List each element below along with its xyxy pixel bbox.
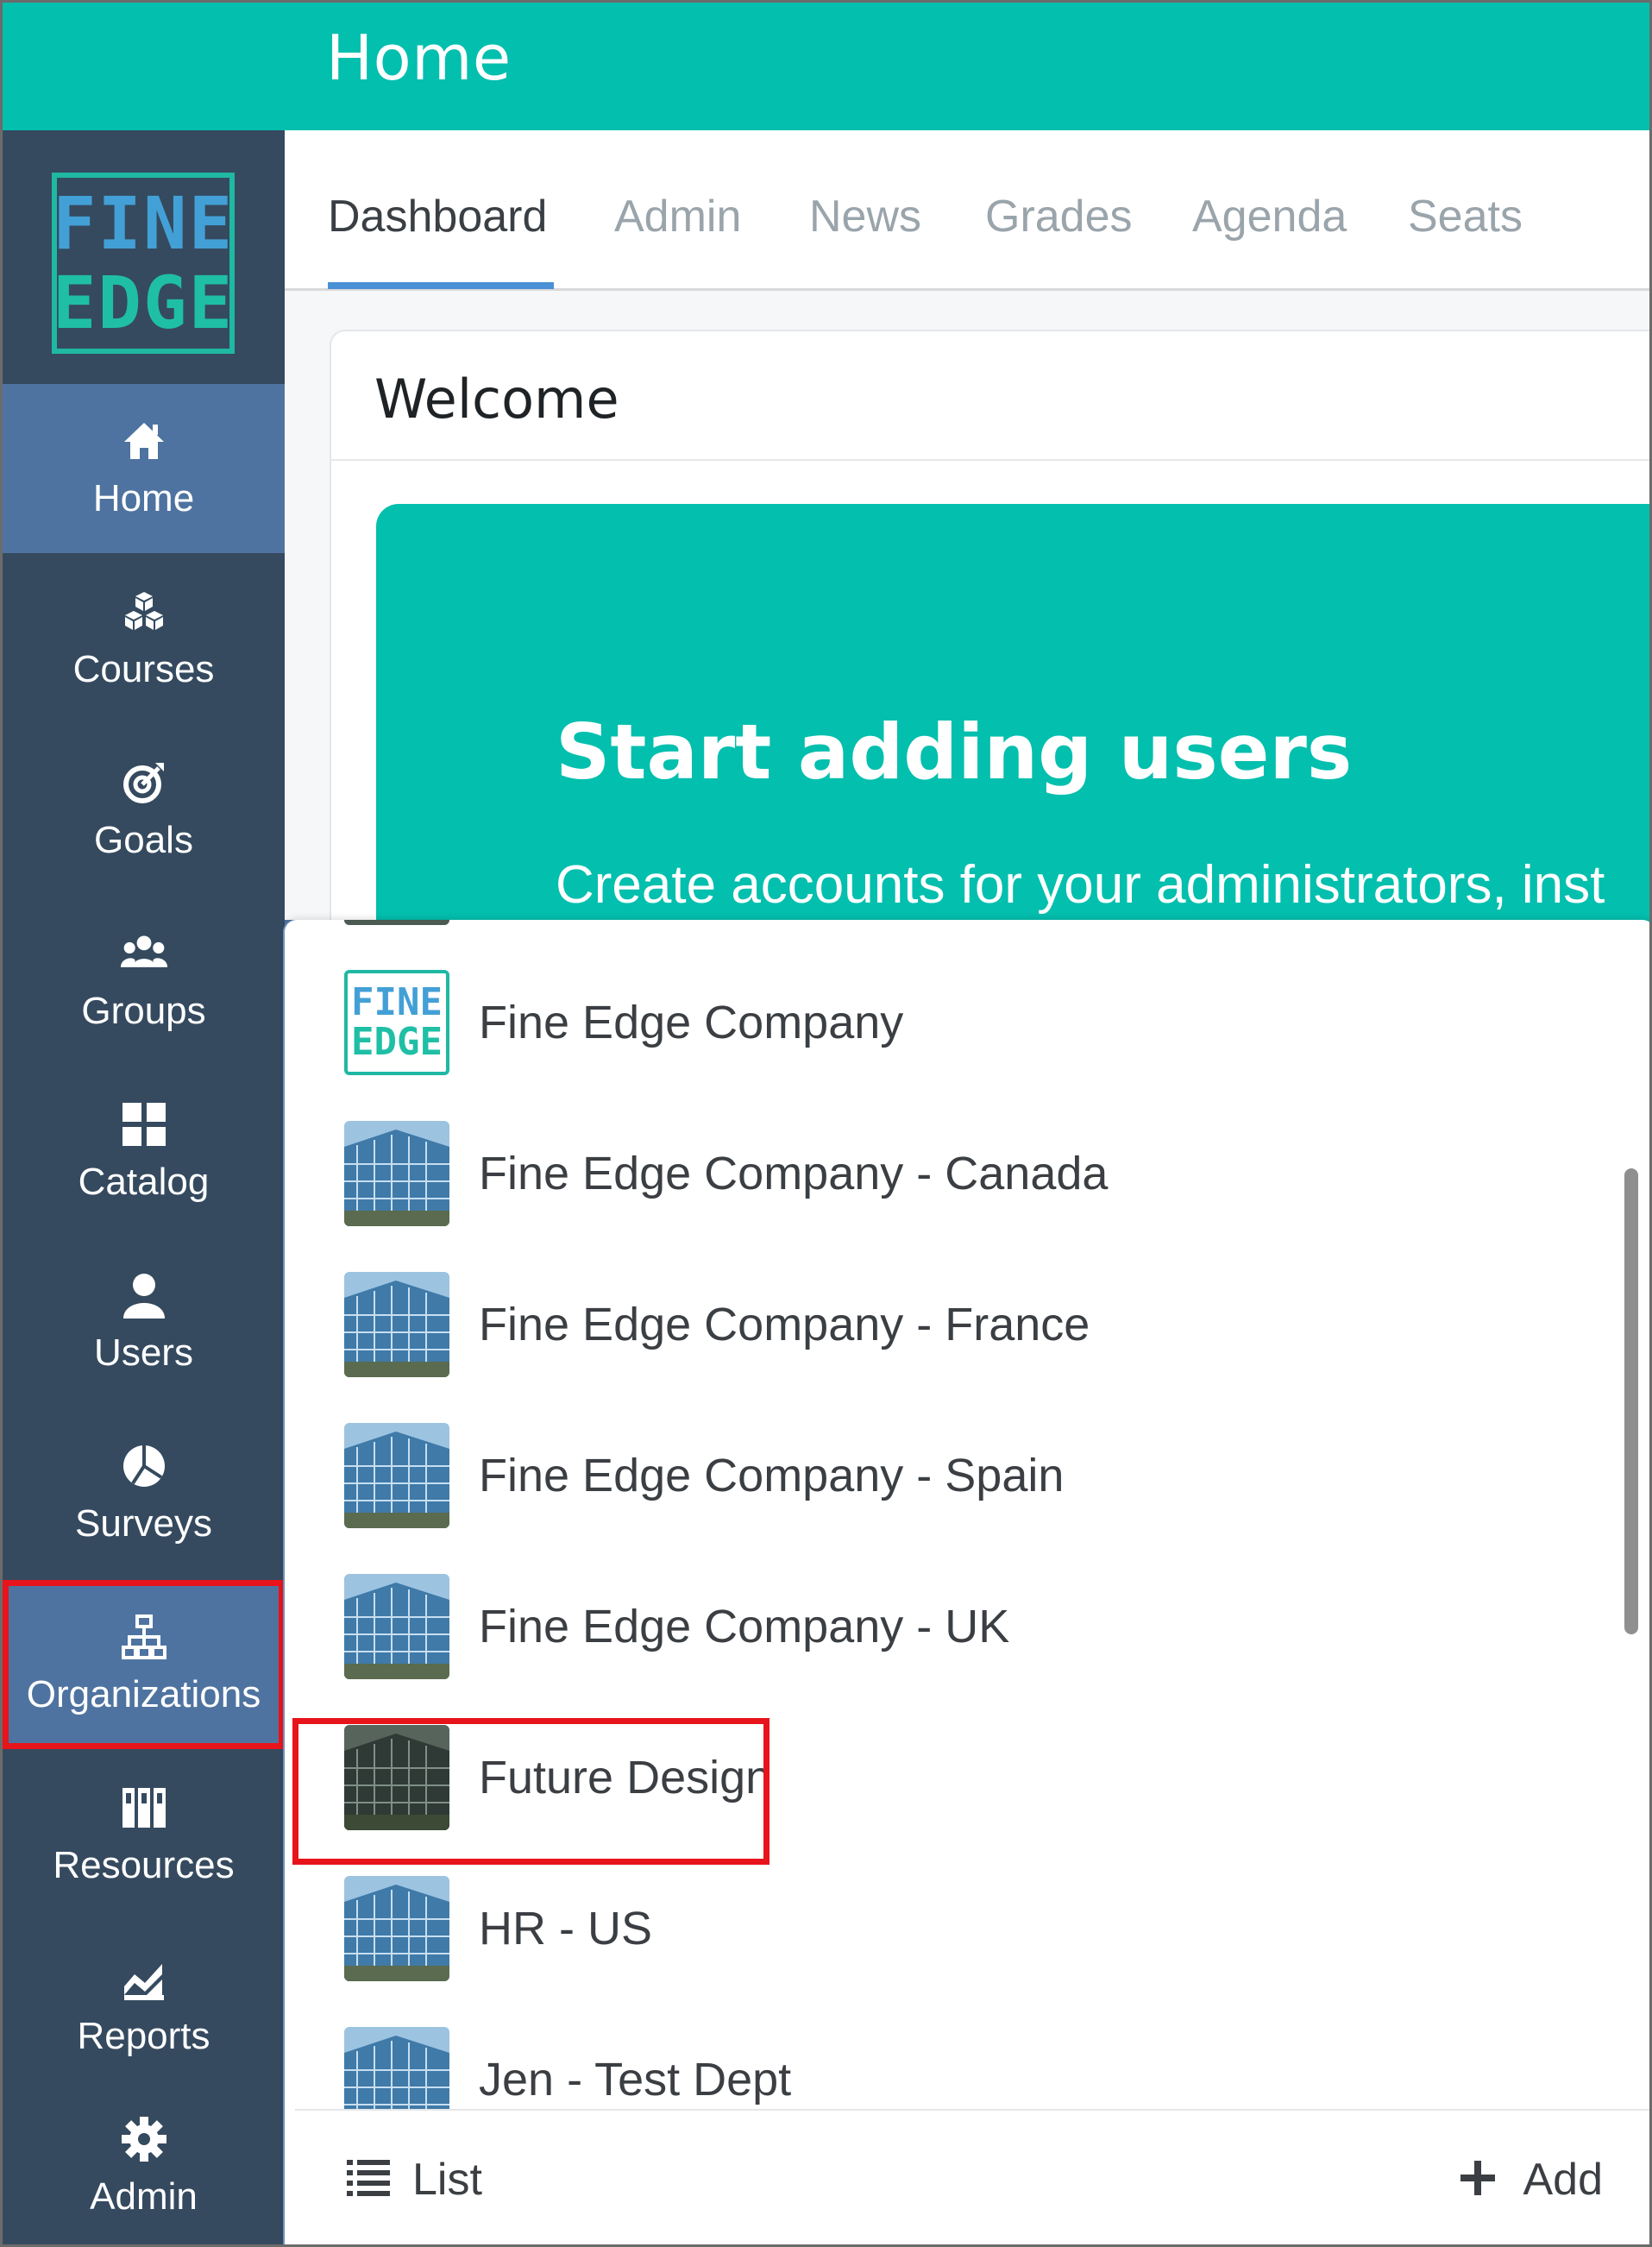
- list-label: List: [412, 2155, 482, 2205]
- list-item[interactable]: Fine Edge Company - UK: [295, 1553, 1641, 1703]
- building-thumbnail: [344, 1121, 449, 1226]
- sidebar-item-label: Admin: [90, 2175, 198, 2218]
- sidebar-item-surveys[interactable]: Surveys: [3, 1409, 285, 1578]
- books-icon: [120, 1784, 168, 1832]
- sidebar-item-label: Reports: [77, 2015, 210, 2057]
- sidebar-item-label: Users: [94, 1331, 193, 1374]
- sidebar-item-courses[interactable]: Courses: [3, 555, 285, 724]
- sidebar-item-catalog[interactable]: Catalog: [3, 1067, 285, 1237]
- sidebar-item-label: Home: [92, 477, 195, 519]
- dropdown-footer: List Add: [295, 2109, 1649, 2244]
- dropdown-scrollbar[interactable]: [1624, 1168, 1638, 1634]
- sidebar-item-resources[interactable]: Resources: [3, 1751, 285, 1920]
- fine-edge-logo-thumbnail: FINE EDGE: [344, 970, 449, 1075]
- list-item[interactable]: Fine Edge Company - Spain: [295, 1402, 1641, 1552]
- fine-edge-logo[interactable]: FINE EDGE: [52, 173, 235, 354]
- sidebar-item-home[interactable]: Home: [3, 384, 285, 553]
- list-button[interactable]: List: [347, 2154, 482, 2206]
- highlight-box-future-design: [292, 1718, 769, 1865]
- sidebar: FINE EDGE Home Courses Goals Groups Cata…: [3, 130, 285, 2244]
- org-name: Fine Edge Company - UK: [479, 1601, 1010, 1652]
- list-item[interactable]: [295, 920, 1641, 949]
- org-name: Fine Edge Company - Canada: [479, 1148, 1109, 1199]
- card-header: Welcome: [331, 331, 1649, 461]
- building-thumbnail: [344, 1423, 449, 1528]
- building-thumbnail: [344, 920, 449, 925]
- tab-dashboard[interactable]: Dashboard: [328, 191, 547, 242]
- list-item[interactable]: Fine Edge Company - France: [295, 1251, 1641, 1401]
- sidebar-item-goals[interactable]: Goals: [3, 726, 285, 895]
- tab-news[interactable]: News: [809, 191, 921, 242]
- tab-bar: Dashboard Admin News Grades Agenda Seats: [285, 130, 1649, 291]
- plus-icon: [1460, 2160, 1496, 2200]
- sidebar-item-label: Resources: [53, 1844, 235, 1886]
- sidebar-item-admin[interactable]: Admin: [3, 2082, 285, 2244]
- gear-icon: [120, 2115, 168, 2163]
- sidebar-item-label: Organizations: [26, 1673, 261, 1715]
- building-thumbnail: [344, 1272, 449, 1377]
- org-name: Fine Edge Company - France: [479, 1299, 1090, 1350]
- list-icon: [347, 2158, 390, 2202]
- sidebar-item-reports[interactable]: Reports: [3, 1922, 285, 2091]
- logo-thumb-line-2: EDGE: [351, 1020, 443, 1064]
- home-icon: [120, 417, 168, 465]
- sidebar-item-groups[interactable]: Groups: [3, 897, 285, 1066]
- banner-subtitle: Create accounts for your administrators,…: [556, 855, 1605, 915]
- page-title: Home: [326, 22, 512, 94]
- logo-thumb-line-1: FINE: [351, 980, 443, 1024]
- sidebar-item-users[interactable]: Users: [3, 1238, 285, 1407]
- tab-seats[interactable]: Seats: [1408, 191, 1523, 242]
- list-item[interactable]: Fine Edge Company - Canada: [295, 1100, 1641, 1250]
- sidebar-item-label: Courses: [72, 648, 215, 690]
- tab-grades[interactable]: Grades: [985, 191, 1133, 242]
- target-icon: [120, 758, 168, 807]
- org-name: Fine Edge Company - Spain: [479, 1450, 1065, 1501]
- area-chart-icon: [120, 1954, 168, 2003]
- org-chart-icon: [120, 1613, 168, 1661]
- sidebar-item-label: Goals: [94, 819, 193, 861]
- org-name: Fine Edge Company: [479, 997, 904, 1048]
- logo-line-1: FINE: [52, 181, 235, 266]
- grid-icon: [120, 1100, 168, 1149]
- organizations-dropdown: FINE EDGE Fine Edge Company Fine Edge Co…: [285, 920, 1649, 2244]
- list-item[interactable]: FINE EDGE Fine Edge Company: [295, 949, 1641, 1099]
- group-icon: [120, 929, 168, 978]
- cubes-icon: [120, 588, 168, 636]
- add-label: Add: [1523, 2155, 1603, 2205]
- tab-agenda[interactable]: Agenda: [1192, 191, 1347, 242]
- sidebar-item-label: Surveys: [75, 1502, 212, 1545]
- sidebar-item-label: Groups: [81, 990, 206, 1032]
- sidebar-item-label: Catalog: [78, 1161, 210, 1203]
- list-item[interactable]: HR - US: [295, 1855, 1641, 2005]
- pie-chart-icon: [120, 1442, 168, 1490]
- banner-title: Start adding users: [556, 708, 1353, 796]
- building-thumbnail: [344, 1876, 449, 1981]
- tab-admin[interactable]: Admin: [614, 191, 741, 242]
- logo-line-2: EDGE: [52, 261, 235, 345]
- top-header: Home: [3, 3, 1649, 130]
- app-window: Home FINE EDGE Home Courses Goals Groups…: [0, 0, 1652, 2247]
- active-tab-indicator: [328, 282, 554, 289]
- user-icon: [120, 1271, 168, 1319]
- welcome-title: Welcome: [374, 368, 619, 431]
- sidebar-item-organizations[interactable]: Organizations: [3, 1580, 285, 1749]
- org-name: HR - US: [479, 1903, 652, 1954]
- building-thumbnail: [344, 1574, 449, 1679]
- add-button[interactable]: Add: [1460, 2154, 1603, 2206]
- org-name: Jen - Test Dept: [479, 2054, 792, 2105]
